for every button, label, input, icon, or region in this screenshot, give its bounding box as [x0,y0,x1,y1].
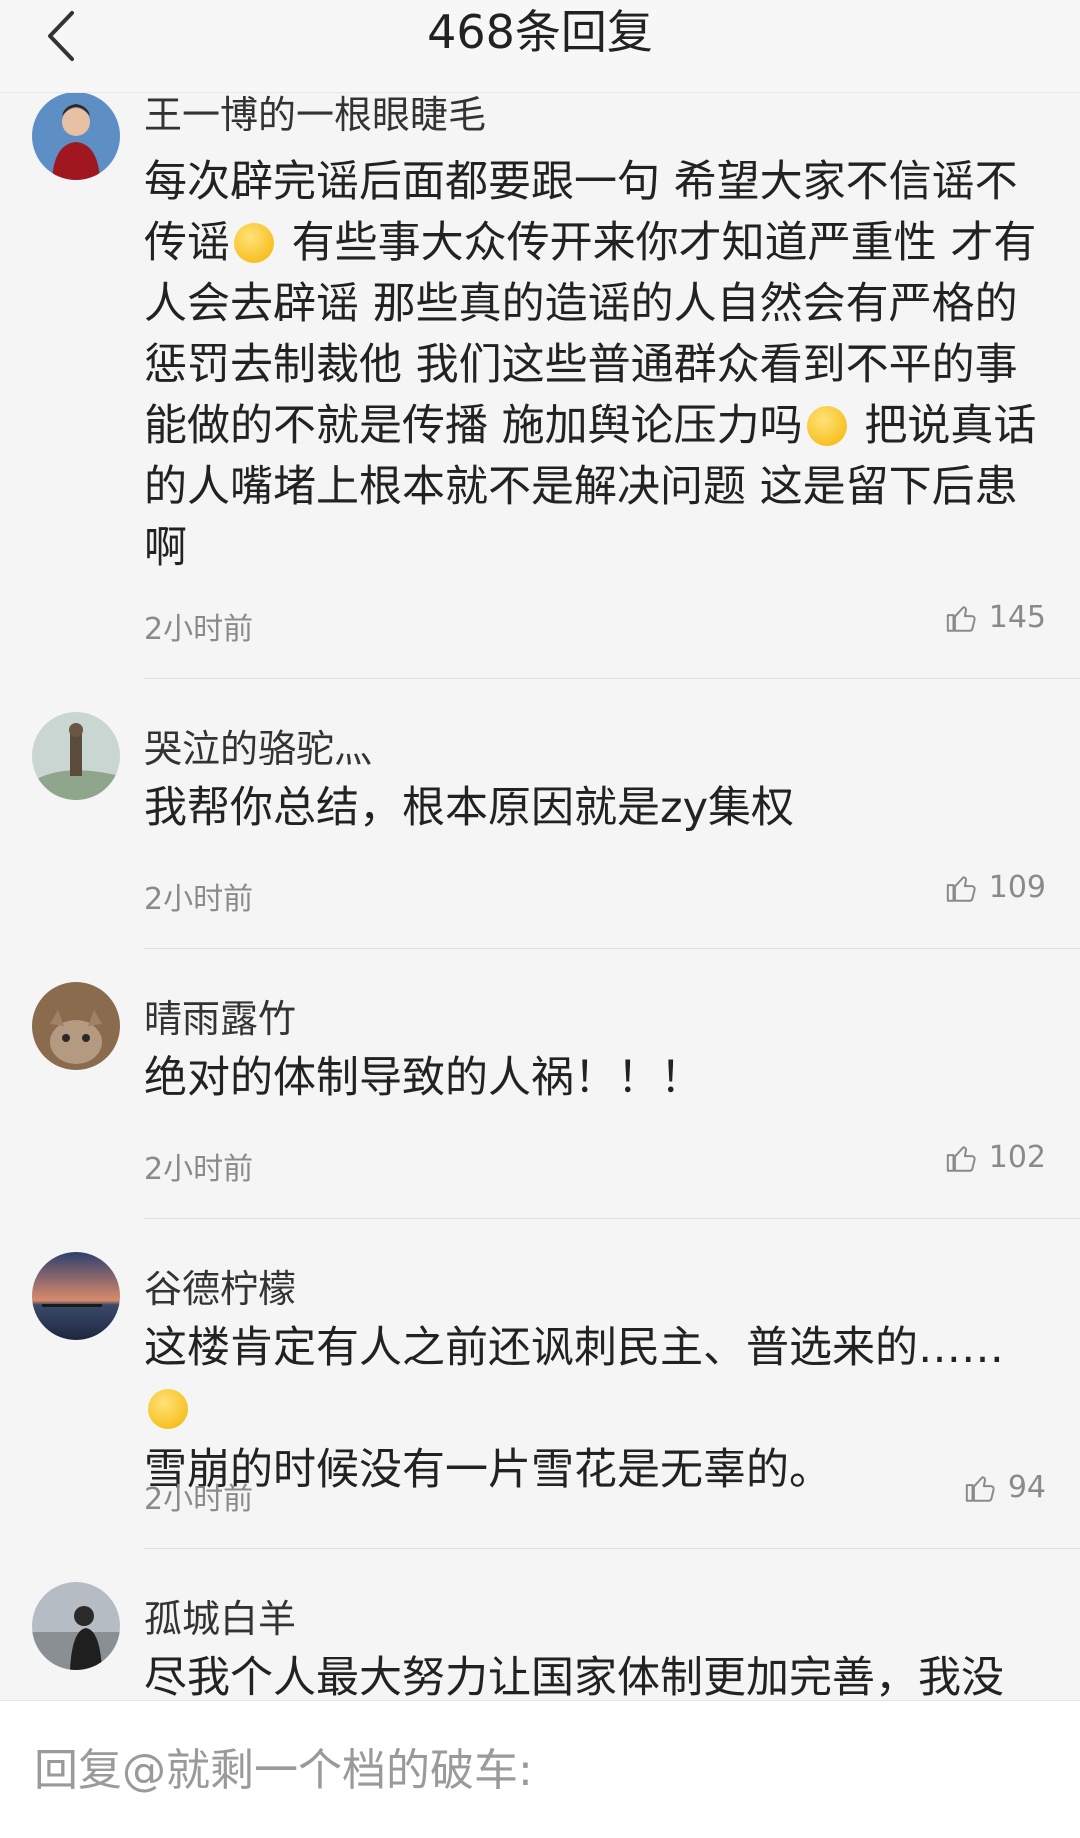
avatar[interactable] [32,92,120,180]
comment-item: 谷德柠檬 这楼肯定有人之前还讽刺民主、普选来的…… 雪崩的时候没有一片雪花是无辜… [0,1220,1080,1550]
comment-item: 王一博的一根眼睫毛 每次辟完谣后面都要跟一句 希望大家不信谣不传谣 有些事大众传… [0,70,1080,680]
comment-time: 2小时前 [144,1152,254,1187]
comment-text: 绝对的体制导致的人祸！！！ [144,1048,1049,1109]
comment-text-part: 尽我个人最大努力让国家体制更加完善，我没 [144,1653,1004,1700]
comment-time: 2小时前 [144,882,254,917]
like-button[interactable]: 102 [945,1140,1046,1175]
comment-username[interactable]: 晴雨露竹 [144,988,296,1043]
thumbs-up-icon [965,1475,995,1502]
comment-list[interactable]: 王一博的一根眼睫毛 每次辟完谣后面都要跟一句 希望大家不信谣不传谣 有些事大众传… [0,0,1080,1700]
comment-username[interactable]: 哭泣的骆驼灬 [144,718,372,773]
like-button[interactable]: 145 [945,600,1046,635]
comment-time: 2小时前 [144,1482,254,1517]
divider [144,678,1080,679]
avatar[interactable] [32,712,120,800]
comment-text: 这楼肯定有人之前还讽刺民主、普选来的…… 雪崩的时候没有一片雪花是无辜的。 [144,1318,1049,1501]
comment-username[interactable]: 孤城白羊 [144,1588,296,1643]
comment-text: 我帮你总结，根本原因就是zy集权 [144,778,1049,839]
avatar[interactable] [32,1582,120,1670]
like-count: 109 [988,870,1046,905]
reply-input[interactable] [34,1735,1034,1805]
comment-item: 晴雨露竹 绝对的体制导致的人祸！！！ 2小时前 102 [0,950,1080,1220]
shrug-emoji-icon [148,1389,188,1429]
like-count: 145 [988,600,1046,635]
comment-username[interactable]: 谷德柠檬 [144,1258,296,1313]
reply-bar [0,1700,1080,1838]
divider [144,1548,1080,1549]
comment-time: 2小时前 [144,612,254,647]
thumbs-up-icon [946,1145,976,1172]
comment-text-part: 这楼肯定有人之前还讽刺民主、普选来的…… [144,1323,1004,1373]
comment-text-part: 我帮你总结，根本原因就是zy集权 [144,783,795,833]
thumbs-up-icon [946,875,976,902]
comment-item: 孤城白羊 尽我个人最大努力让国家体制更加完善，我没 [0,1550,1080,1700]
header-bar: 468条回复 [0,0,1080,93]
like-button[interactable]: 94 [964,1470,1046,1505]
avatar[interactable] [32,982,120,1070]
divider [144,1218,1080,1219]
smile-emoji-icon [234,223,274,263]
like-count: 94 [1007,1470,1046,1505]
like-button[interactable]: 109 [945,870,1046,905]
thumbs-up-icon [946,605,976,632]
page-title: 468条回复 [427,5,653,59]
avatar[interactable] [32,1252,120,1340]
comment-text: 尽我个人最大努力让国家体制更加完善，我没 [144,1648,1049,1700]
comment-item: 哭泣的骆驼灬 我帮你总结，根本原因就是zy集权 2小时前 109 [0,680,1080,950]
comment-text-part: 绝对的体制导致的人祸！！！ [144,1053,703,1103]
divider [144,948,1080,949]
thinking-emoji-icon [806,406,847,446]
like-count: 102 [988,1140,1046,1175]
comment-text: 每次辟完谣后面都要跟一句 希望大家不信谣不传谣 有些事大众传开来你才知道严重性 … [144,152,1049,579]
